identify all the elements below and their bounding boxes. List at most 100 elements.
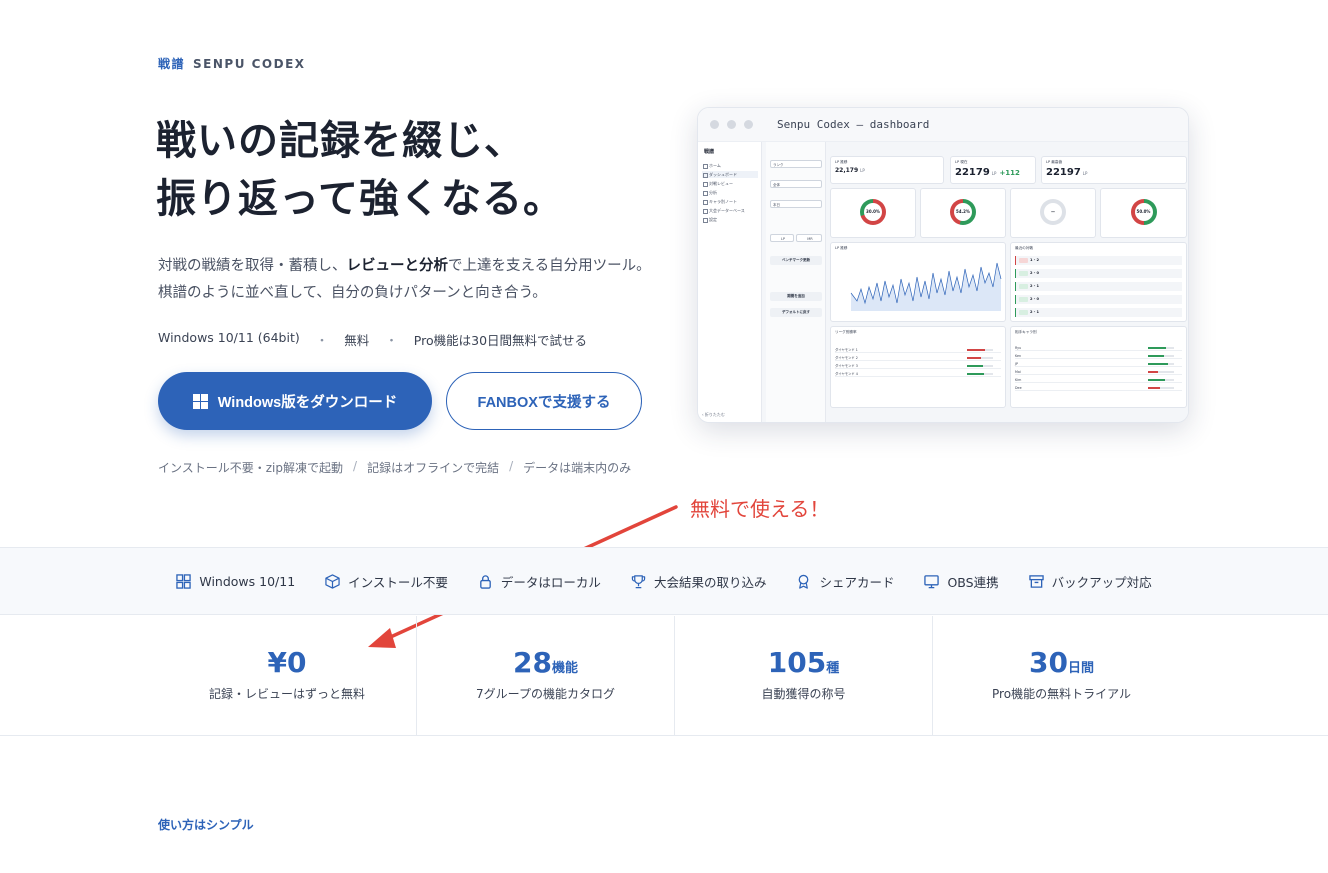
window-dot-icon (744, 120, 753, 129)
league-table-card: リーグ別勝率 ダイヤモンド 1 ダイヤモンド 2 ダイヤモンド 3 ダイヤモンド… (830, 326, 1006, 408)
benchmark-button: ベンチマーク更新 (770, 256, 822, 265)
league-row: ダイヤモンド 4 (835, 371, 1001, 377)
donut-card: 30.0% (830, 188, 916, 238)
monitor-icon (924, 574, 940, 588)
donut-card: 50.0% (1100, 188, 1187, 238)
lp-card: LP 推移 22,179 LP (830, 156, 944, 184)
lock-icon (480, 574, 491, 589)
hero-description: 対戦の戦績を取得・蓄積し、レビューと分析で上達を支える自分用ツール。 棋譜のよう… (158, 253, 658, 307)
hero-title: 戦いの記録を綴じ、 振り返って強くなる。 (156, 112, 564, 228)
stat-trial: 30日間 Pro機能の無料トライアル (932, 616, 1190, 736)
league-row: ダイヤモンド 1 (835, 347, 1001, 353)
current-delta: +112 (999, 169, 1020, 177)
donut-value: 50.0% (1136, 209, 1151, 214)
note-separator: / (509, 459, 514, 473)
spec-separator: ・ (385, 333, 398, 348)
stat-number: 105種 (767, 646, 840, 679)
filter-select: ランク (770, 160, 822, 168)
stat-free: ¥0 記録・レビューはずっと無料 (158, 616, 416, 736)
box-icon (325, 573, 340, 589)
install-notes: インストール不要・zip解凍で起動 / 記録はオフラインで完結 / データは端末… (158, 459, 631, 476)
char-row: JP (1015, 361, 1182, 367)
filter-select: 本日 (770, 200, 822, 208)
fanbox-support-button[interactable]: FANBOXで支援する (446, 372, 642, 430)
char-row: Dee (1015, 385, 1182, 391)
feature-label: データはローカル (500, 574, 601, 590)
reset-default-button: デフォルトに戻す (770, 308, 822, 317)
feature-item: シェアカード (796, 572, 894, 591)
match-score: 1 - 2 (1030, 258, 1039, 262)
brand-eyebrow: 戦譜 SENPU CODEX (158, 55, 306, 72)
window-title: Senpu Codex — dashboard (777, 118, 930, 131)
lp-unit: LP (860, 168, 865, 173)
feature-item: OBS連携 (924, 572, 999, 591)
lp-card-label: LP 推移 (835, 160, 848, 164)
dashboard-body: 戦譜 ホーム ダッシュボード 対戦レビュー 分析 キャラ別ノート 大会データーベ… (698, 142, 1188, 422)
feature-item: インストール不要 (325, 572, 448, 591)
dashboard-preview: Senpu Codex — dashboard 戦譜 ホーム ダッシュボード 対… (697, 107, 1189, 423)
stats-row: ¥0 記録・レビューはずっと無料 28機能 7グループの機能カタログ 105種 … (0, 616, 1328, 736)
winrate-donut: — (1040, 199, 1066, 225)
dashboard-logo: 戦譜 (704, 149, 715, 155)
feature-strip: Windows 10/11 インストール不要 データはローカル 大会結果の取り込… (0, 547, 1328, 615)
league-row: ダイヤモンド 3 (835, 363, 1001, 369)
stat-caption: 7グループの機能カタログ (476, 687, 615, 701)
league-row: ダイヤモンド 2 (835, 355, 1001, 361)
free-callout: 無料で使える！ (690, 497, 830, 521)
system-specs: Windows 10/11 (64bit) ・ 無料 ・ Pro機能は30日間無… (158, 330, 587, 349)
dashboard-filters: ランク 全体 本日 LP MR ベンチマーク更新 期間を追加 デフォルトに戻す (766, 142, 826, 422)
match-row: 2 - 0 (1015, 269, 1182, 278)
feature-label: 大会結果の取り込み (653, 574, 767, 590)
spec-price: 無料 (344, 333, 370, 348)
hero-desc-bold: レビューと分析 (346, 258, 449, 274)
windows-logo-icon (192, 393, 208, 409)
char-row: Mai (1015, 369, 1182, 375)
section-eyebrow: 使い方はシンプル (158, 818, 254, 832)
feature-label: Windows 10/11 (199, 573, 296, 589)
character-table-card: 相手キャラ別 Ryu Ken JP Mai Kim Dee (1010, 326, 1187, 408)
lp-current-card: LP 現在 22179 LP +112 (950, 156, 1036, 184)
nav-item-active: ダッシュボード (702, 171, 758, 178)
match-score: 2 - 0 (1030, 271, 1039, 275)
winrate-donut: 30.0% (860, 199, 886, 225)
filter-select: 全体 (770, 180, 822, 188)
grid-icon (176, 573, 192, 589)
character-table-label: 相手キャラ別 (1015, 330, 1037, 334)
winrate-donut: 54.2% (950, 199, 976, 225)
match-score: 2 - 0 (1030, 297, 1039, 301)
download-button-label: Windows版をダウンロード (217, 394, 398, 411)
donut-card: — (1010, 188, 1096, 238)
nav-item: 対戦レビュー (702, 180, 758, 187)
stat-titles: 105種 自動獲得の称号 (674, 616, 932, 736)
spec-separator: ・ (315, 333, 329, 348)
brand-name-en: SENPU CODEX (193, 57, 306, 71)
feature-label: シェアカード (819, 574, 895, 590)
lp-card-value: 22,179 LP (835, 167, 865, 174)
badge-icon (799, 574, 809, 589)
recent-matches-card: 最近の対戦 1 - 2 2 - 0 2 - 1 2 - 0 2 - 1 (1010, 242, 1187, 322)
feature-label: OBS連携 (947, 574, 999, 590)
char-row: Ken (1015, 353, 1182, 359)
note-item: 記録はオフラインで完結 (367, 461, 500, 475)
nav-item: キャラ別ノート (702, 198, 758, 205)
recent-matches-label: 最近の対戦 (1015, 246, 1033, 250)
match-row: 2 - 0 (1015, 295, 1182, 304)
donut-value: 54.2% (956, 209, 970, 214)
nav-item: 分析 (702, 189, 758, 196)
feature-item: 大会結果の取り込み (631, 572, 767, 591)
hero-desc-a: 対戦の戦績を取得・蓄積し、 (158, 258, 347, 274)
stat-caption: Pro機能の無料トライアル (992, 687, 1131, 701)
donut-card: 54.2% (920, 188, 1006, 238)
nav-item: 設定 (702, 216, 758, 223)
winrate-donut: 50.0% (1130, 199, 1157, 225)
match-score: 2 - 1 (1030, 310, 1039, 314)
dashboard-sidebar: 戦譜 ホーム ダッシュボード 対戦レビュー 分析 キャラ別ノート 大会データーベ… (698, 142, 762, 422)
match-row: 2 - 1 (1015, 282, 1182, 291)
feature-label: バックアップ対応 (1051, 574, 1152, 590)
download-windows-button[interactable]: Windows版をダウンロード (158, 372, 432, 430)
stat-caption: 記録・レビューはずっと無料 (208, 687, 365, 701)
lp-graph-svg (850, 262, 1002, 311)
note-item: インストール不要・zip解凍で起動 (158, 461, 344, 475)
feature-item: データはローカル (478, 572, 601, 591)
current-unit: LP (991, 171, 997, 176)
